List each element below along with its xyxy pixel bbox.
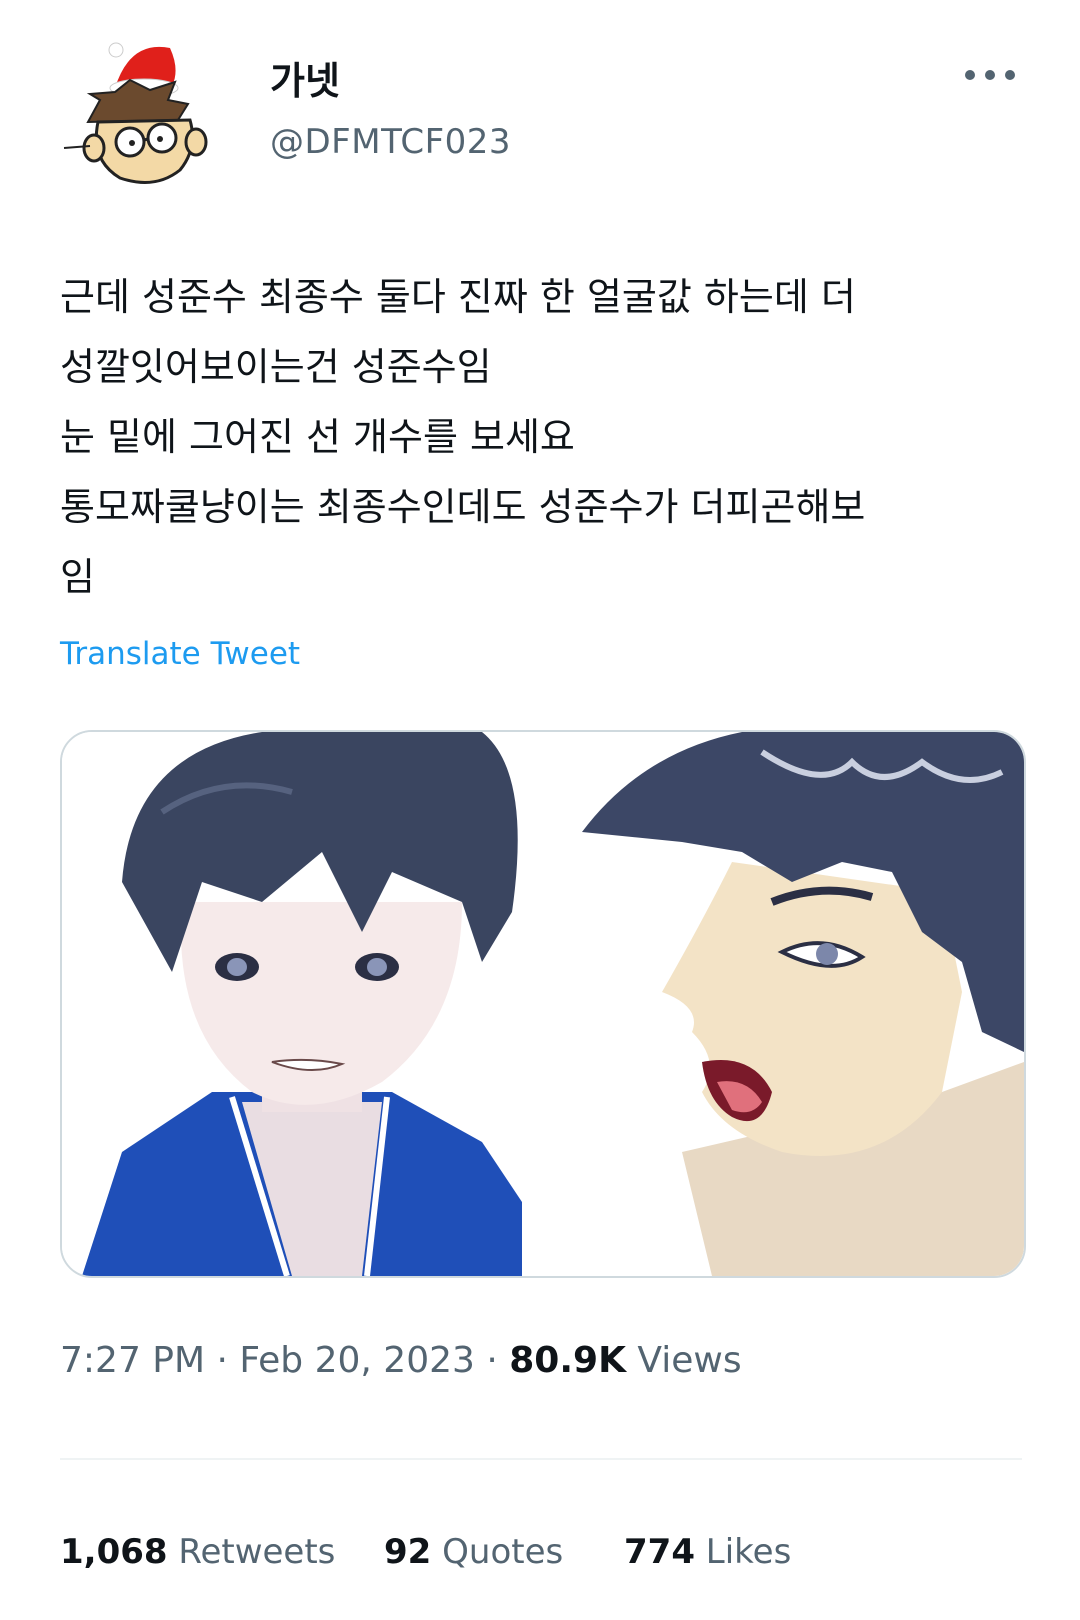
tweet-text-line: 통모짜쿨냥이는 최종수인데도 성준수가 더피곤해보 [60,485,866,529]
meta-separator: · [216,1340,240,1381]
tweet-text: 근데 성준수 최종수 둘다 진짜 한 얼굴값 하는데 더 성깔잇어보이는건 성준… [60,262,1020,612]
views-label: Views [637,1340,742,1381]
quotes-count: 92 [384,1532,432,1572]
user-handle[interactable]: @DFMTCF023 [270,122,511,162]
likes-stat[interactable]: 774 Likes [624,1532,791,1572]
meta-separator: · [486,1340,510,1381]
tweet-text-line: 임 [60,555,95,599]
retweets-count: 1,068 [60,1532,168,1572]
tweet-time[interactable]: 7:27 PM [60,1340,205,1381]
quotes-label: Quotes [442,1532,564,1572]
tweet-text-line: 눈 밑에 그어진 선 개수를 보세요 [60,415,575,459]
tweet-header: 가넷 @DFMTCF023 [60,30,1020,200]
views-count: 80.9K [509,1340,626,1381]
display-name[interactable]: 가넷 [270,50,340,105]
media-illustration [62,732,1024,1276]
tweet-meta: 7:27 PM · Feb 20, 2023 · 80.9K Views [60,1340,742,1381]
translate-tweet-link[interactable]: Translate Tweet [60,636,300,672]
media-image[interactable] [60,730,1026,1278]
tweet-text-line: 근데 성준수 최종수 둘다 진짜 한 얼굴값 하는데 더 [60,275,856,319]
more-horizontal-icon[interactable] [960,60,1020,90]
retweets-label: Retweets [178,1532,336,1572]
likes-label: Likes [705,1532,792,1572]
retweets-stat[interactable]: 1,068 Retweets [60,1532,335,1572]
tweet-date[interactable]: Feb 20, 2023 [239,1340,475,1381]
quotes-stat[interactable]: 92 Quotes [384,1532,563,1572]
likes-count: 774 [624,1532,695,1572]
avatar[interactable] [60,30,220,200]
divider [60,1458,1022,1460]
tweet-text-line: 성깔잇어보이는건 성준수임 [60,345,492,389]
